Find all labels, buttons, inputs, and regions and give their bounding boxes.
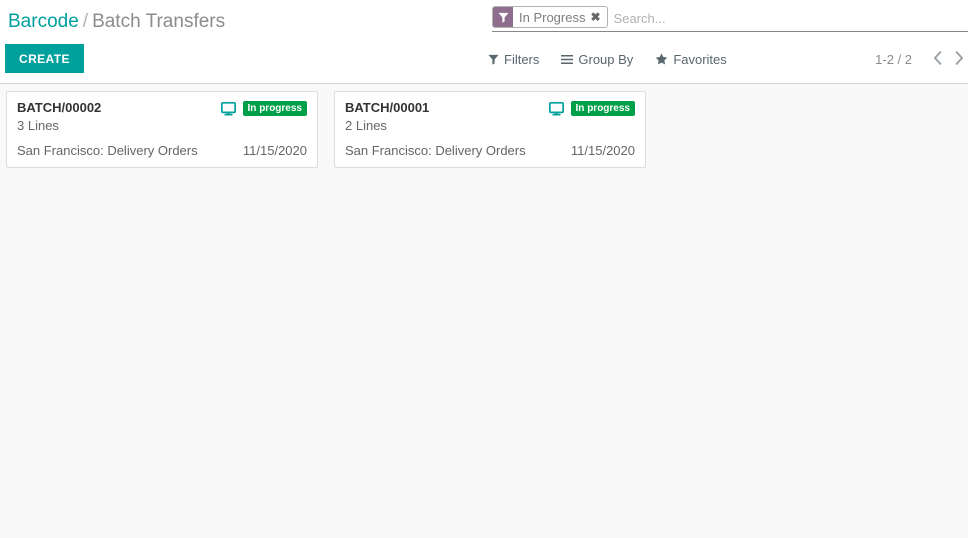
group-by-menu-label: Group By <box>578 51 634 67</box>
search-facet-label: In Progress <box>519 9 586 25</box>
pager-value[interactable]: 1-2 / 2 <box>875 52 926 67</box>
status-badge: In progress <box>570 101 635 116</box>
card-date: 11/15/2020 <box>570 143 635 158</box>
card-lines-count: 2 Lines <box>345 118 387 133</box>
favorites-menu[interactable]: Favorites <box>655 51 727 67</box>
card-title-block: BATCH/00002 3 Lines <box>17 100 101 134</box>
group-by-menu[interactable]: Group By <box>561 52 633 67</box>
card-header-right: In progress <box>548 100 635 116</box>
kanban-card[interactable]: BATCH/00001 2 Lines In progress San Fran… <box>334 91 646 168</box>
card-footer: San Francisco: Delivery Orders 11/15/202… <box>17 143 307 158</box>
breadcrumb-item-barcode[interactable]: Barcode <box>8 11 79 32</box>
card-footer: San Francisco: Delivery Orders 11/15/202… <box>345 143 635 158</box>
filter-funnel-icon <box>488 54 499 65</box>
hamburger-bars-icon <box>561 54 574 65</box>
chevron-right-icon <box>955 50 964 68</box>
status-badge: In progress <box>242 101 307 116</box>
card-date: 11/15/2020 <box>242 143 307 158</box>
pager-previous-button[interactable] <box>926 47 948 71</box>
filter-funnel-icon <box>493 7 513 27</box>
star-icon <box>655 53 668 65</box>
card-header-right: In progress <box>220 100 307 116</box>
filters-menu[interactable]: Filters <box>488 52 539 67</box>
card-name: BATCH/00001 <box>345 100 430 115</box>
filters-menu-label: Filters <box>504 51 540 67</box>
monitor-icon[interactable] <box>548 101 564 116</box>
pager-next-button[interactable] <box>948 47 968 71</box>
search-input[interactable] <box>611 7 968 30</box>
kanban-card[interactable]: BATCH/00002 3 Lines In progress San Fran… <box>6 91 318 168</box>
card-title-block: BATCH/00001 2 Lines <box>345 100 429 134</box>
favorites-menu-label: Favorites <box>673 51 727 67</box>
search-menus: Filters Group By Favorites <box>488 46 727 72</box>
create-button[interactable]: CREATE <box>5 44 84 73</box>
close-icon[interactable]: ✖ <box>589 7 606 27</box>
card-name: BATCH/00002 <box>17 100 102 115</box>
card-header: BATCH/00002 3 Lines In progress <box>17 100 307 134</box>
kanban-view: BATCH/00002 3 Lines In progress San Fran… <box>0 84 968 538</box>
breadcrumb-item-batch-transfers: Batch Transfers <box>92 11 226 32</box>
control-panel: Barcode / Batch Transfers CREATE In Progre… <box>0 0 968 84</box>
breadcrumb-separator: / <box>82 11 89 32</box>
chevron-left-icon <box>933 50 942 68</box>
card-lines-count: 3 Lines <box>17 118 59 133</box>
monitor-icon[interactable] <box>220 101 236 116</box>
search-view: In Progress ✖ <box>492 6 968 32</box>
pager: 1-2 / 2 <box>875 46 968 72</box>
search-facet-in-progress[interactable]: In Progress ✖ <box>492 6 608 28</box>
kanban-grid: BATCH/00002 3 Lines In progress San Fran… <box>0 84 968 182</box>
card-header: BATCH/00001 2 Lines In progress <box>345 100 635 134</box>
card-location: San Francisco: Delivery Orders <box>345 143 526 158</box>
card-location: San Francisco: Delivery Orders <box>17 143 198 158</box>
breadcrumb: Barcode / Batch Transfers <box>8 8 225 36</box>
